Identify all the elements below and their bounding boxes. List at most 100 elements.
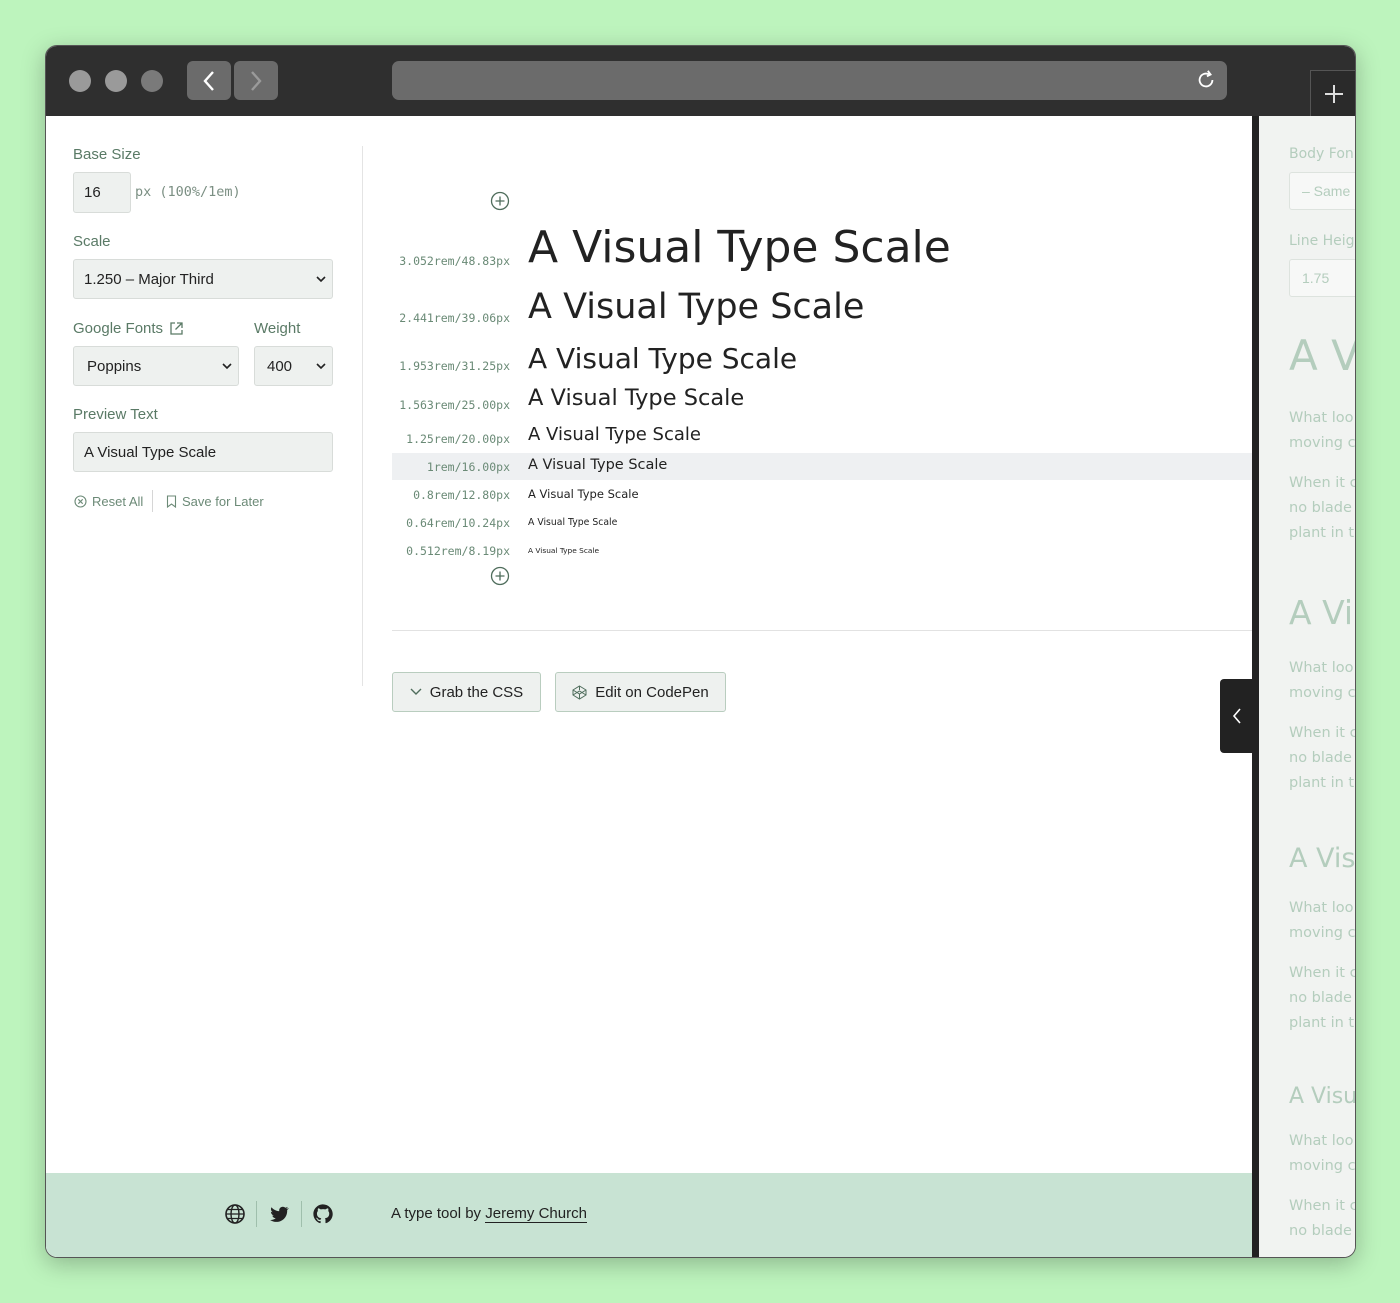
- author-link[interactable]: Jeremy Church: [485, 1205, 587, 1223]
- chevron-right-icon: [251, 70, 262, 91]
- scale-row-size: 0.512rem/8.19px: [406, 544, 510, 558]
- body-font-label: Body Fon: [1289, 146, 1354, 162]
- edit-on-codepen-button[interactable]: Edit on CodePen: [555, 672, 726, 712]
- weight-select-value: 400: [267, 357, 293, 375]
- add-smaller-step-icon[interactable]: [490, 566, 510, 586]
- scale-row: 1.563rem/25.00px A Visual Type Scale: [392, 384, 1252, 418]
- chevron-left-icon: [1232, 708, 1241, 724]
- preview-paragraph-line: moving c: [1289, 1158, 1355, 1174]
- preview-heading: A V: [1289, 331, 1355, 380]
- grab-css-button[interactable]: Grab the CSS: [392, 672, 541, 712]
- scale-select[interactable]: 1.250 – Major Third: [73, 259, 333, 299]
- font-select[interactable]: Poppins: [73, 346, 239, 386]
- scale-row-sample: A Visual Type Scale: [528, 457, 668, 473]
- reset-all-button[interactable]: Reset All: [74, 494, 143, 509]
- base-size-input[interactable]: 16: [73, 172, 131, 213]
- scale-row: 1.25rem/20.00px A Visual Type Scale: [392, 422, 1252, 452]
- add-larger-step-icon[interactable]: [490, 191, 510, 211]
- plus-icon: [1324, 85, 1343, 103]
- minimize-window-button[interactable]: [105, 70, 127, 92]
- line-height-input[interactable]: 1.75: [1289, 259, 1355, 297]
- codepen-icon: [572, 684, 587, 700]
- scale-row-size: 1rem/16.00px: [426, 460, 510, 474]
- preview-paragraph-line: When it c: [1289, 965, 1355, 981]
- browser-titlebar: [46, 46, 1355, 117]
- preview-panel: Body Fon – Same Line Heig 1.75 A V What …: [1259, 116, 1355, 1257]
- scale-label: Scale: [73, 233, 111, 250]
- preview-paragraph-line: no blade: [1289, 750, 1352, 766]
- reset-all-label: Reset All: [92, 494, 144, 509]
- preview-paragraph-line: no blade: [1289, 990, 1352, 1006]
- external-link-icon: [170, 322, 183, 335]
- preview-text-label: Preview Text: [73, 406, 158, 423]
- preview-paragraph-line: When it c: [1289, 725, 1355, 741]
- new-tab-button[interactable]: [1310, 70, 1355, 117]
- main-content: Base Size 16 px (100%/1em) Scale 1.250 –…: [46, 116, 1254, 1257]
- base-size-label: Base Size: [73, 146, 141, 163]
- google-fonts-link[interactable]: Google Fonts: [73, 320, 184, 337]
- weight-label: Weight: [254, 320, 301, 337]
- font-select-value: Poppins: [87, 357, 142, 375]
- reload-icon[interactable]: [1195, 69, 1217, 91]
- preview-paragraph-line: no blade: [1289, 1223, 1352, 1239]
- preview-text-input[interactable]: A Visual Type Scale: [73, 432, 333, 472]
- globe-icon[interactable]: [224, 1203, 246, 1225]
- close-window-button[interactable]: [69, 70, 91, 92]
- address-bar[interactable]: [392, 61, 1227, 100]
- twitter-icon[interactable]: [268, 1203, 290, 1225]
- github-icon[interactable]: [312, 1203, 334, 1225]
- scale-row-sample: A Visual Type Scale: [528, 487, 639, 501]
- section-divider: [392, 630, 1252, 631]
- scale-row: 3.052rem/48.83px A Visual Type Scale: [392, 220, 1252, 280]
- reset-icon: [74, 495, 87, 508]
- preview-paragraph-line: When it c: [1289, 475, 1355, 491]
- scale-row-size: 1.953rem/31.25px: [399, 359, 510, 373]
- bookmark-icon: [166, 495, 177, 508]
- scale-row-base: 1rem/16.00px A Visual Type Scale: [392, 453, 1252, 480]
- preview-paragraph-line: plant in t: [1289, 775, 1355, 791]
- preview-heading: A Vis: [1289, 843, 1355, 874]
- scale-row: 0.512rem/8.19px A Visual Type Scale: [392, 539, 1252, 565]
- save-for-later-label: Save for Later: [182, 494, 264, 509]
- preview-paragraph-line: What loo: [1289, 410, 1354, 426]
- scale-row: 0.8rem/12.80px A Visual Type Scale: [392, 482, 1252, 508]
- scale-row-sample: A Visual Type Scale: [528, 222, 951, 273]
- chevron-left-icon: [203, 70, 214, 91]
- preview-paragraph-line: moving c: [1289, 925, 1355, 941]
- base-size-unit: px (100%/1em): [135, 184, 241, 200]
- scale-row-size: 1.563rem/25.00px: [399, 398, 510, 412]
- codepen-label: Edit on CodePen: [595, 683, 709, 701]
- toggle-preview-panel-button[interactable]: [1220, 679, 1254, 753]
- preview-heading: A Visu: [1289, 1084, 1355, 1109]
- preview-paragraph-line: plant in t: [1289, 1015, 1355, 1031]
- scale-row-size: 0.64rem/10.24px: [406, 516, 510, 530]
- scale-row: 1.953rem/31.25px A Visual Type Scale: [392, 340, 1252, 378]
- scale-select-value: 1.250 – Major Third: [84, 270, 214, 288]
- forward-button[interactable]: [234, 61, 278, 100]
- scale-row-size: 3.052rem/48.83px: [399, 254, 510, 268]
- preview-paragraph-line: plant in t: [1289, 525, 1355, 541]
- chevron-down-icon: [410, 688, 422, 695]
- credit-prefix: A type tool by: [391, 1205, 482, 1222]
- grab-css-label: Grab the CSS: [429, 683, 524, 701]
- scale-row: 2.441rem/39.06px A Visual Type Scale: [392, 286, 1252, 334]
- scale-row-size: 0.8rem/12.80px: [413, 488, 510, 502]
- browser-window: Base Size 16 px (100%/1em) Scale 1.250 –…: [45, 45, 1356, 1258]
- panel-divider: [362, 146, 363, 686]
- footer-separator: [301, 1201, 302, 1227]
- preview-paragraph-line: When it c: [1289, 1198, 1355, 1214]
- scale-row-sample: A Visual Type Scale: [528, 342, 798, 375]
- footer-separator: [256, 1201, 257, 1227]
- scale-row-size: 2.441rem/39.06px: [399, 311, 510, 325]
- weight-select[interactable]: 400: [254, 346, 333, 386]
- save-for-later-button[interactable]: Save for Later: [166, 494, 264, 509]
- scale-row-sample: A Visual Type Scale: [528, 287, 865, 327]
- zoom-window-button[interactable]: [141, 70, 163, 92]
- footer-credit: A type tool by Jeremy Church: [391, 1205, 587, 1223]
- scale-row-sample: A Visual Type Scale: [528, 546, 600, 555]
- chevron-down-icon: [316, 276, 326, 283]
- scale-row-sample: A Visual Type Scale: [528, 517, 618, 528]
- back-button[interactable]: [187, 61, 231, 100]
- body-font-select[interactable]: – Same: [1289, 172, 1355, 210]
- preview-paragraph-line: What loo: [1289, 1133, 1354, 1149]
